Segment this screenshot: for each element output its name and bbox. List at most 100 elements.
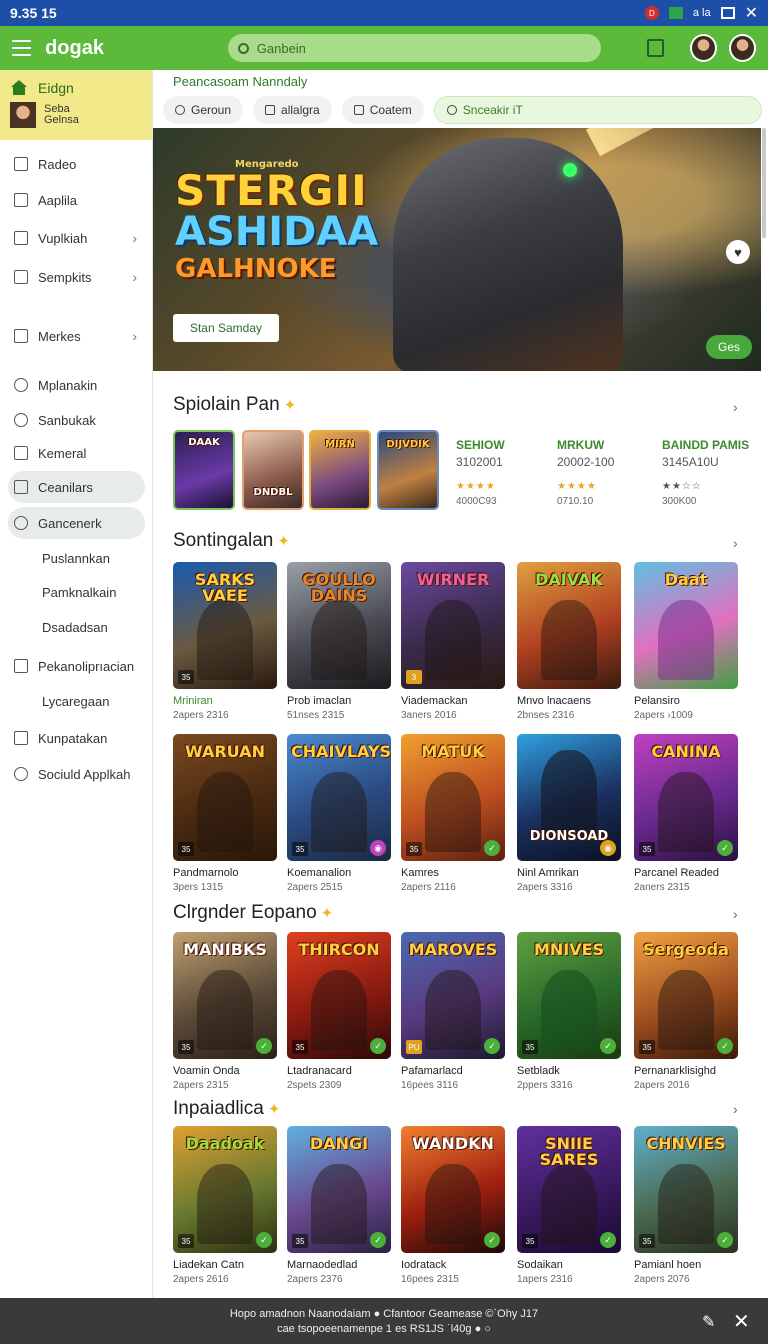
sidebar-item-vuplkiah[interactable]: Vuplkiah › — [8, 222, 145, 254]
featured-item[interactable]: MRKUW 20002-100 ★★★★ 0710.10 — [557, 438, 657, 507]
game-subtitle: 2apers 3316 — [517, 882, 573, 893]
sidebar-item-sempkits[interactable]: Sempkits › — [8, 261, 145, 293]
game-subtitle: 16pees 3116 — [401, 1080, 459, 1091]
scrollbar[interactable] — [762, 128, 766, 238]
close-icon[interactable]: ✕ — [733, 1309, 750, 1334]
sidebar-item-puslannkan[interactable]: Puslannkan — [8, 542, 145, 574]
chip-coatem[interactable]: Coatem — [341, 96, 424, 124]
game-card[interactable]: Daat Pelansiro 2apers ›1009 — [634, 562, 738, 721]
game-card[interactable]: MNIVES 35 ✓ Setbladk 2ppers 3316 — [517, 932, 621, 1091]
apps-icon[interactable] — [646, 39, 665, 57]
game-card[interactable]: CHAIVLAYS 35 ◉ Koemanalion 2apers 2515 — [287, 734, 391, 893]
pin-icon[interactable]: ✎ — [702, 1312, 715, 1332]
sidebar-item-ceanilars[interactable]: Ceanilars — [8, 471, 145, 503]
sidebar-item-merkes[interactable]: Merkes › — [8, 320, 145, 352]
featured-item[interactable]: SEHIOW 3102001 ★★★★ 4000C93 — [456, 438, 556, 507]
sidebar-item-aaplila[interactable]: Aaplila — [8, 184, 145, 216]
notification-icon[interactable]: D — [644, 6, 659, 20]
game-card[interactable]: GOULLO DAINS Prob imaclan 51nses 2315 — [287, 562, 391, 721]
chip-allalgra[interactable]: allalgra — [253, 96, 332, 124]
sidebar-item-lycaregaan[interactable]: Lycaregaan — [8, 685, 145, 717]
game-cover: WANDKN ✓ — [401, 1126, 505, 1253]
rating-stars: ★★★★ — [557, 481, 597, 492]
game-card[interactable]: CANINA 35 ✓ Parcanel Readed 2aners 2315 — [634, 734, 738, 893]
featured-cover[interactable]: DNDBL — [242, 430, 304, 510]
search-input[interactable]: Ganbein — [227, 34, 601, 62]
game-card[interactable]: Daadoak 35 ✓ Liadekan Catn 2apers 2616 — [173, 1126, 277, 1285]
chevron-right-icon[interactable]: › — [733, 535, 738, 551]
app-logo[interactable]: dogak — [45, 37, 198, 60]
game-card[interactable]: DAIVAK Mnvo lnacaens 2bnses 2316 — [517, 562, 621, 721]
cover-title: CHNVIES — [646, 1134, 726, 1153]
section-title-text: Clrgnder Eopano — [173, 902, 317, 923]
game-title: Mriniran — [173, 695, 213, 707]
sidebar-item-kunpatakan[interactable]: Kunpatakan — [8, 722, 145, 754]
game-subtitle: 2ppers 3316 — [517, 1080, 573, 1091]
sidebar-home-label: Eidgn — [38, 80, 74, 96]
menu-icon[interactable] — [12, 40, 32, 56]
featured-item-name: MRKUW — [557, 438, 605, 452]
sidebar-item-dsadadsan[interactable]: Dsadadsan — [8, 611, 145, 643]
game-title: Pernanarklisighd — [634, 1065, 716, 1077]
sidebar-item-label: Radeo — [38, 156, 77, 172]
hero-cta-button[interactable]: Stan Samday — [173, 314, 279, 342]
sidebar-item-gancenerk[interactable]: Gancenerk — [8, 507, 145, 539]
cover-figure — [541, 750, 597, 830]
cover-title: DAIVAK — [535, 570, 603, 589]
hero-title: Mengaredo STERGII ASHIDAA GALHNOKE — [175, 160, 378, 283]
cover-title: CHAIVLAYS — [291, 742, 391, 761]
game-card[interactable]: MANIBKS 35 ✓ Voamin Onda 2apers 2315 — [173, 932, 277, 1091]
heart-icon[interactable]: ♥ — [726, 240, 750, 264]
chevron-right-icon: › — [132, 230, 137, 246]
sidebar-item-kemeral[interactable]: Kemeral — [8, 437, 145, 469]
game-cover: DIONSOAD ◉ — [517, 734, 621, 861]
game-card[interactable]: DIONSOAD ◉ Ninl Amrikan 2apers 3316 — [517, 734, 621, 893]
featured-cover[interactable]: DAAK — [173, 430, 235, 510]
game-title: Kamres — [401, 867, 439, 879]
featured-cover[interactable]: MIRN — [309, 430, 371, 510]
chevron-right-icon[interactable]: › — [733, 1101, 738, 1117]
breadcrumb[interactable]: Peancasoam Nanndaly — [173, 74, 307, 89]
game-cover: MANIBKS 35 ✓ — [173, 932, 277, 1059]
profile-avatar[interactable] — [729, 34, 757, 62]
game-card[interactable]: CHNVIES 35 ✓ Pamianl hoen 2apers 2076 — [634, 1126, 738, 1285]
secondary-search-input[interactable]: Snceakir iT — [433, 96, 762, 124]
game-card[interactable]: WANDKN ✓ Iodratack 16pees 2315 — [401, 1126, 505, 1285]
sidebar-item-pamknalkain[interactable]: Pamknalkain — [8, 576, 145, 608]
hero-tag-button[interactable]: Ges — [706, 335, 752, 359]
game-cover: CHAIVLAYS 35 ◉ — [287, 734, 391, 861]
game-card[interactable]: WIRNER 3 Viademackan 3aners 2016 — [401, 562, 505, 721]
chevron-right-icon[interactable]: › — [733, 399, 738, 415]
close-icon[interactable]: ✕ — [745, 3, 758, 23]
check-icon: ✓ — [484, 840, 500, 856]
maximize-icon[interactable] — [720, 7, 735, 19]
game-card[interactable]: SNIIE SARES 35 ✓ Sodaikan 1apers 2316 — [517, 1126, 621, 1285]
game-card[interactable]: MAROVES PU ✓ Pafamarlacd 16pees 3116 — [401, 932, 505, 1091]
sparkle-icon: ✦ — [320, 905, 334, 922]
game-card[interactable]: WARUAN 35 Pandmarnolo 3pers 1315 — [173, 734, 277, 893]
sidebar-item-radeo[interactable]: Radeo — [8, 148, 145, 180]
game-card[interactable]: DANGI 35 ✓ Marnaodedlad 2apers 2376 — [287, 1126, 391, 1285]
game-subtitle: 2apers 2315 — [173, 1080, 229, 1091]
chip-label: Geroun — [191, 103, 232, 117]
check-icon: ✓ — [370, 1038, 386, 1054]
game-card[interactable]: MATUK 35 ✓ Kamres 2apers 2116 — [401, 734, 505, 893]
sidebar-item-label: Kunpatakan — [38, 730, 108, 746]
hero-banner[interactable]: Mengaredo STERGII ASHIDAA GALHNOKE Stan … — [153, 128, 761, 371]
game-card[interactable]: Sergeoda 35 ✓ Pernanarklisighd 2apers 2016 — [634, 932, 738, 1091]
cover-title: Daat — [664, 570, 708, 589]
chevron-right-icon[interactable]: › — [733, 906, 738, 922]
sidebar-item-sanbukak[interactable]: Sanbukak — [8, 404, 145, 436]
avatar[interactable] — [690, 34, 718, 62]
sidebar-item-mplanakin[interactable]: Mplanakin — [8, 369, 145, 401]
featured-cover[interactable]: DIJVDIK — [377, 430, 439, 510]
sidebar-item-pekanolipriacian[interactable]: Pekanoliprıacian — [8, 650, 145, 682]
chip-geroun[interactable]: Geroun — [163, 96, 244, 124]
sidebar-home[interactable]: Eidgn Seba Gelnsa — [0, 70, 152, 140]
sidebar-item-sociuld-applkah[interactable]: Sociuld Applkah — [8, 758, 145, 790]
game-subtitle: 2spets 2309 — [287, 1080, 342, 1091]
game-card[interactable]: SARKS VAEE 35 Mriniran 2apers 2316 — [173, 562, 277, 721]
sidebar-user[interactable]: Seba Gelnsa — [10, 102, 142, 128]
game-card[interactable]: THIRCON 35 ✓ Ltadranacard 2spets 2309 — [287, 932, 391, 1091]
featured-item[interactable]: BAINDD PAMIS 3145A10U ★★☆☆ 300K00 — [662, 438, 762, 507]
